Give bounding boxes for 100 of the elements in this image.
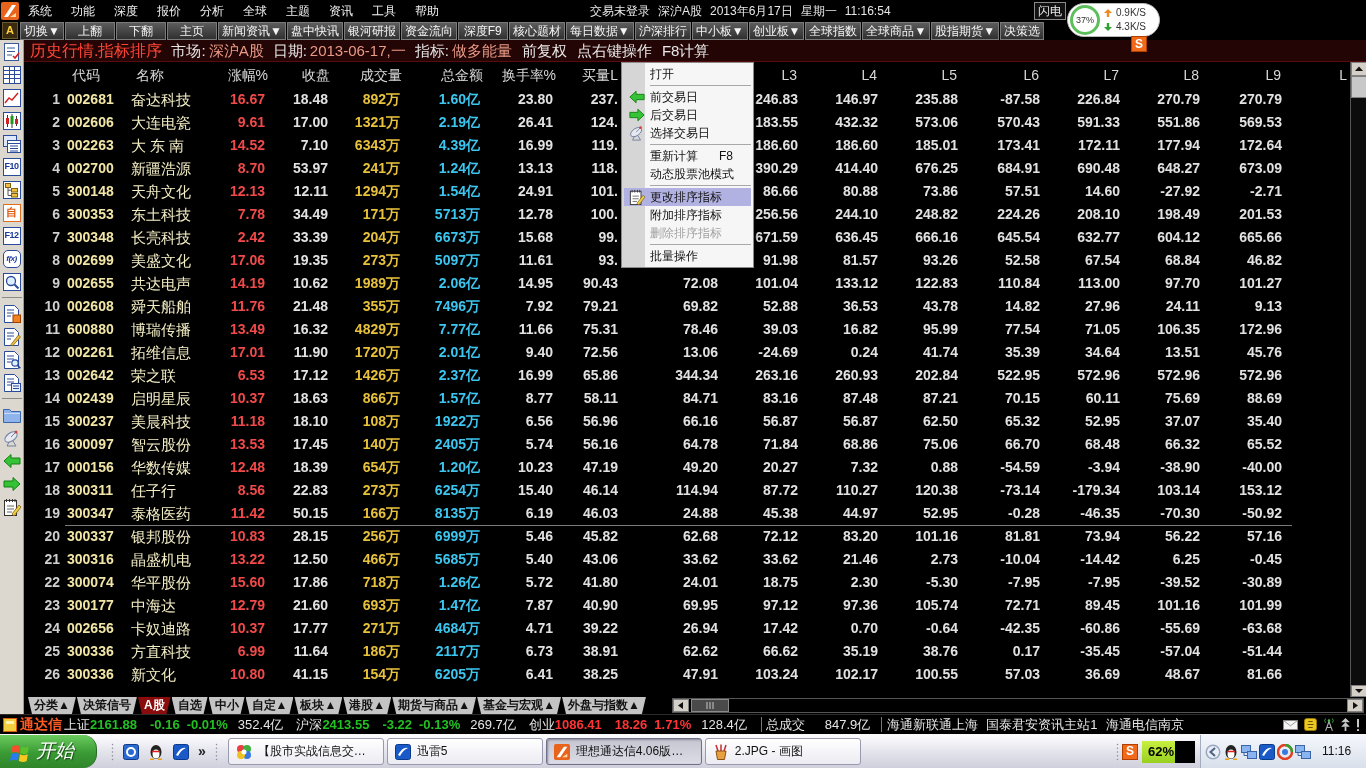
double-up-arrow-icon[interactable] bbox=[1341, 718, 1350, 731]
document-list-icon[interactable] bbox=[2, 373, 21, 392]
penguin-icon[interactable] bbox=[1223, 743, 1239, 760]
scroll-down-button[interactable] bbox=[1351, 685, 1366, 697]
vertical-scrollbar[interactable] bbox=[1350, 62, 1366, 697]
status-square-icon[interactable] bbox=[3, 717, 17, 732]
mail-icon[interactable] bbox=[1283, 719, 1298, 730]
column-header[interactable]: L7 bbox=[1103, 66, 1119, 83]
checklist-icon[interactable] bbox=[2, 42, 21, 61]
penguin-icon[interactable] bbox=[148, 743, 164, 760]
menu-item[interactable]: 报价 bbox=[157, 3, 181, 19]
stacked-windows-icon[interactable] bbox=[2, 134, 21, 153]
start-button[interactable]: 开始 bbox=[0, 735, 97, 768]
letter-button[interactable]: A bbox=[2, 22, 18, 39]
sidebar-button[interactable]: F10 bbox=[2, 157, 21, 176]
toolbar-button[interactable]: 核心题材 bbox=[508, 22, 565, 40]
column-header[interactable]: 成交量 bbox=[360, 66, 402, 83]
server-name[interactable]: 国泰君安资讯主站1 bbox=[986, 716, 1098, 733]
taskbar-button[interactable]: 2.JPG - 画图 bbox=[704, 738, 861, 765]
column-header[interactable]: L4 bbox=[861, 66, 877, 83]
tab[interactable]: 期货与商品▲ bbox=[392, 697, 477, 714]
more-button[interactable]: » bbox=[198, 743, 206, 760]
tab[interactable]: 港股▲ bbox=[343, 697, 392, 714]
tab[interactable]: 决策信号 bbox=[76, 697, 137, 714]
menu-item[interactable]: 分析 bbox=[200, 3, 224, 19]
menu-item[interactable]: 重新计算 F8 bbox=[624, 147, 751, 165]
toolbar-button[interactable]: 盘中快讯 bbox=[286, 22, 343, 40]
taskbar-button[interactable]: 理想通达信4.06版… bbox=[545, 738, 702, 765]
column-header[interactable]: 买量L bbox=[582, 66, 618, 83]
sidebar-button[interactable]: f(x) bbox=[2, 249, 21, 268]
column-header[interactable]: L3 bbox=[781, 66, 797, 83]
tab[interactable]: 板块▲ bbox=[294, 697, 343, 714]
alert-icon[interactable] bbox=[1356, 718, 1360, 731]
taskbar-button[interactable]: 【股市实战信息交… bbox=[227, 738, 384, 765]
network-icon[interactable] bbox=[1241, 743, 1257, 760]
notepad-icon[interactable] bbox=[2, 497, 21, 516]
toolbar-button[interactable]: 中小板▼ bbox=[691, 22, 748, 40]
menu-item[interactable]: 系统 bbox=[28, 3, 52, 19]
document-search-icon[interactable] bbox=[2, 350, 21, 369]
grip-icon[interactable] bbox=[111, 741, 114, 762]
app-tile-icon[interactable] bbox=[123, 743, 139, 760]
ring-icon[interactable] bbox=[1277, 743, 1293, 760]
column-header[interactable]: L bbox=[1339, 66, 1347, 83]
document-edit-icon[interactable] bbox=[2, 327, 21, 346]
list-tile-icon[interactable] bbox=[1304, 718, 1317, 731]
menu-item[interactable]: 动态股票池模式 bbox=[624, 165, 751, 183]
menu-item[interactable]: 深度 bbox=[114, 3, 138, 19]
grip-icon[interactable] bbox=[1116, 741, 1119, 762]
server-name[interactable]: 海通新联通上海 bbox=[887, 716, 979, 733]
network-icon[interactable] bbox=[1295, 743, 1311, 760]
menu-item[interactable]: 打开 bbox=[624, 65, 751, 83]
tab[interactable]: A股 bbox=[137, 697, 171, 714]
document-icon[interactable] bbox=[2, 304, 21, 323]
search-icon[interactable] bbox=[2, 272, 21, 291]
toolbar-button[interactable]: 下翻 bbox=[115, 22, 166, 40]
menu-item[interactable]: 全球 bbox=[243, 3, 267, 19]
column-header[interactable]: 收盘 bbox=[302, 66, 330, 83]
server-name[interactable]: 海通电信南京 bbox=[1105, 716, 1184, 733]
scroll-up-button[interactable] bbox=[1351, 62, 1366, 76]
toolbar-button[interactable]: 决策选 bbox=[1000, 22, 1045, 40]
menu-item[interactable]: 批量操作 bbox=[624, 247, 751, 265]
menu-item[interactable]: 附加排序指标 bbox=[624, 206, 751, 224]
app-tile-icon[interactable] bbox=[1259, 743, 1275, 760]
table-grid-icon[interactable] bbox=[2, 65, 21, 84]
menu-item[interactable]: 工具 bbox=[372, 3, 396, 19]
tab[interactable]: 分类▲ bbox=[28, 697, 76, 714]
menu-item[interactable]: 更改排序指标 bbox=[624, 188, 751, 206]
toolbar-button[interactable]: 资金流向 bbox=[400, 22, 457, 40]
toolbar-button[interactable]: 上翻 bbox=[64, 22, 115, 40]
menu-item[interactable]: 前交易日 bbox=[624, 88, 751, 106]
menu-item[interactable]: 后交易日 bbox=[624, 106, 751, 124]
tab[interactable]: 基金与宏观▲ bbox=[477, 697, 561, 714]
taskbar-button[interactable]: 迅雷5 bbox=[386, 738, 543, 765]
toolbar-button[interactable]: 主页 bbox=[166, 22, 217, 40]
toolbar-button[interactable]: 沪深排行 bbox=[634, 22, 691, 40]
scroll-thumb[interactable] bbox=[691, 699, 729, 712]
line-chart-icon[interactable] bbox=[2, 88, 21, 107]
column-header[interactable]: L5 bbox=[941, 66, 957, 83]
menu-item[interactable]: 帮助 bbox=[415, 3, 439, 19]
antenna-icon[interactable] bbox=[1323, 717, 1335, 732]
scroll-left-button[interactable] bbox=[673, 699, 689, 712]
tree-icon[interactable] bbox=[2, 180, 21, 199]
sidebar-button[interactable]: 自 bbox=[2, 203, 21, 222]
toolbar-button[interactable]: 全球商品▼ bbox=[862, 22, 931, 40]
menu-item[interactable]: 功能 bbox=[71, 3, 95, 19]
toolbar-button[interactable]: 股指期货▼ bbox=[931, 22, 1000, 40]
column-header[interactable]: 换手率% bbox=[501, 66, 556, 83]
column-header[interactable]: L6 bbox=[1023, 66, 1039, 83]
column-header[interactable]: 代码 bbox=[72, 66, 100, 83]
column-header[interactable]: L9 bbox=[1265, 66, 1281, 83]
menu-item[interactable]: 选择交易日 bbox=[624, 124, 751, 142]
arrow-left-icon[interactable] bbox=[2, 451, 21, 470]
toolbar-button[interactable]: 切换▼ bbox=[20, 22, 64, 40]
scroll-right-button[interactable] bbox=[1347, 699, 1363, 712]
satellite-dish-icon[interactable] bbox=[2, 428, 21, 447]
app-logo-icon[interactable] bbox=[1, 2, 19, 20]
app-tile-icon[interactable] bbox=[173, 743, 189, 760]
toolbar-button[interactable]: 深度F9 bbox=[457, 22, 508, 40]
tab[interactable]: 自选 bbox=[171, 697, 208, 714]
grip-icon[interactable] bbox=[214, 741, 218, 762]
